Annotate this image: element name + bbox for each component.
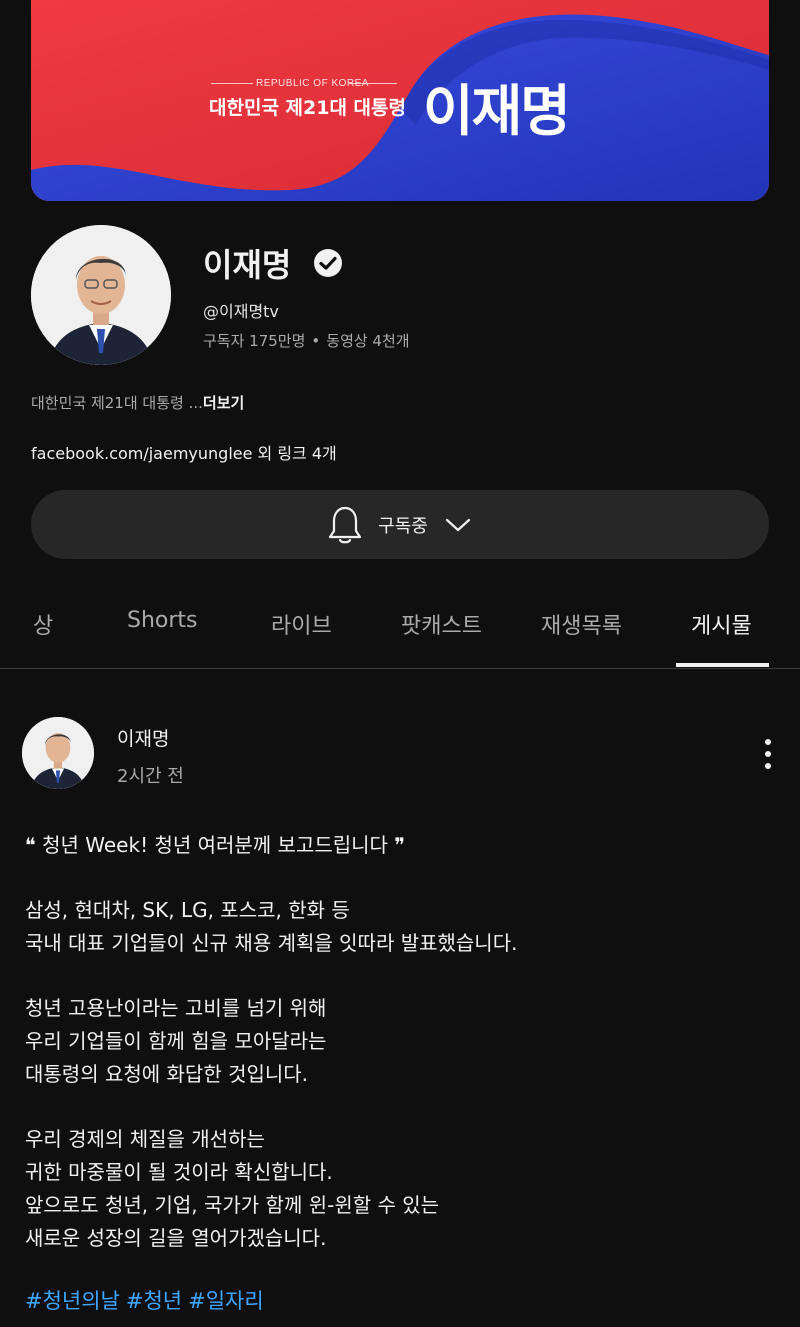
tab-playlists[interactable]: 재생목록 bbox=[541, 608, 622, 640]
channel-stats: 구독자 175만명 • 동영상 4천개 bbox=[203, 330, 410, 351]
check-circle-icon bbox=[314, 249, 342, 277]
post-text-line: 새로운 성장의 길을 열어가겠습니다. bbox=[25, 1226, 327, 1250]
more-vert-icon[interactable] bbox=[760, 738, 776, 770]
bell-icon bbox=[329, 506, 362, 543]
hashtag-link[interactable]: #일자리 bbox=[188, 1289, 264, 1313]
subscribed-button[interactable]: 구독중 bbox=[31, 490, 769, 559]
channel-name: 이재명 bbox=[203, 246, 292, 284]
tab-live[interactable]: 라이브 bbox=[271, 608, 332, 640]
post-author-avatar[interactable] bbox=[22, 717, 94, 789]
tab-podcasts[interactable]: 팟캐스트 bbox=[401, 608, 482, 640]
post-text-line: 국내 대표 기업들이 신규 채용 계획을 잇따라 발표했습니다. bbox=[25, 931, 518, 955]
post-text-line: ❝ 청년 Week! 청년 여러분께 보고드립니다 ❞ bbox=[25, 833, 406, 857]
channel-tabs: 상 Shorts 라이브 팟캐스트 재생목록 게시물 bbox=[0, 590, 800, 669]
channel-links[interactable]: facebook.com/jaemyunglee 외 링크 4개 bbox=[31, 440, 337, 464]
post-text-line: 우리 기업들이 함께 힘을 모아달라는 bbox=[25, 1029, 327, 1053]
banner-divider-left bbox=[211, 83, 253, 84]
description-text: 대한민국 제21대 대통령 ... bbox=[31, 394, 203, 412]
tab-shorts[interactable]: Shorts bbox=[127, 608, 198, 633]
post-text-line: 앞으로도 청년, 기업, 국가가 함께 윈-윈할 수 있는 bbox=[25, 1193, 440, 1217]
hashtag-link[interactable]: #청년 bbox=[126, 1289, 182, 1313]
post-timestamp: 2시간 전 bbox=[117, 766, 184, 787]
post-text-line: 귀한 마중물이 될 것이라 확신합니다. bbox=[25, 1160, 333, 1184]
post-text-line: 청년 고용난이라는 고비를 넘기 위해 bbox=[25, 996, 327, 1020]
tab-home[interactable]: 상 bbox=[33, 608, 53, 640]
more-link[interactable]: 더보기 bbox=[203, 394, 244, 412]
post-hashtags: #청년의날 #청년 #일자리 bbox=[25, 1285, 270, 1315]
hashtag-link[interactable]: #청년의날 bbox=[25, 1289, 120, 1313]
channel-handle: @이재명tv bbox=[203, 302, 279, 321]
separator-dot: • bbox=[311, 332, 321, 350]
video-count: 동영상 4천개 bbox=[326, 332, 410, 350]
channel-description[interactable]: 대한민국 제21대 대통령 ...더보기 bbox=[31, 392, 244, 413]
chevron-down-icon bbox=[445, 518, 470, 531]
active-tab-indicator bbox=[676, 663, 769, 667]
tab-posts[interactable]: 게시물 bbox=[691, 608, 752, 640]
post-author-name[interactable]: 이재명 bbox=[117, 724, 169, 751]
banner-office: 대한민국 제21대 대통령 bbox=[209, 97, 406, 119]
banner-subtitle: REPUBLIC OF KOREA bbox=[256, 78, 369, 89]
subscribed-label: 구독중 bbox=[378, 515, 428, 537]
post-text-line: 대통령의 요청에 화답한 것입니다. bbox=[25, 1062, 309, 1086]
post-text-line: 우리 경제의 체질을 개선하는 bbox=[25, 1127, 265, 1151]
banner-name: 이재명 bbox=[423, 79, 571, 143]
post-body: ❝ 청년 Week! 청년 여러분께 보고드립니다 ❞ 삼성, 현대차, SK, … bbox=[25, 829, 517, 1255]
person-portrait-icon bbox=[31, 225, 171, 365]
post-text-line: 삼성, 현대차, SK, LG, 포스코, 한화 등 bbox=[25, 898, 350, 922]
channel-avatar[interactable] bbox=[31, 225, 171, 365]
channel-banner: REPUBLIC OF KOREA 대한민국 제21대 대통령 이재명 bbox=[31, 0, 769, 201]
subscriber-count: 구독자 175만명 bbox=[203, 332, 306, 350]
person-portrait-icon bbox=[22, 717, 94, 789]
